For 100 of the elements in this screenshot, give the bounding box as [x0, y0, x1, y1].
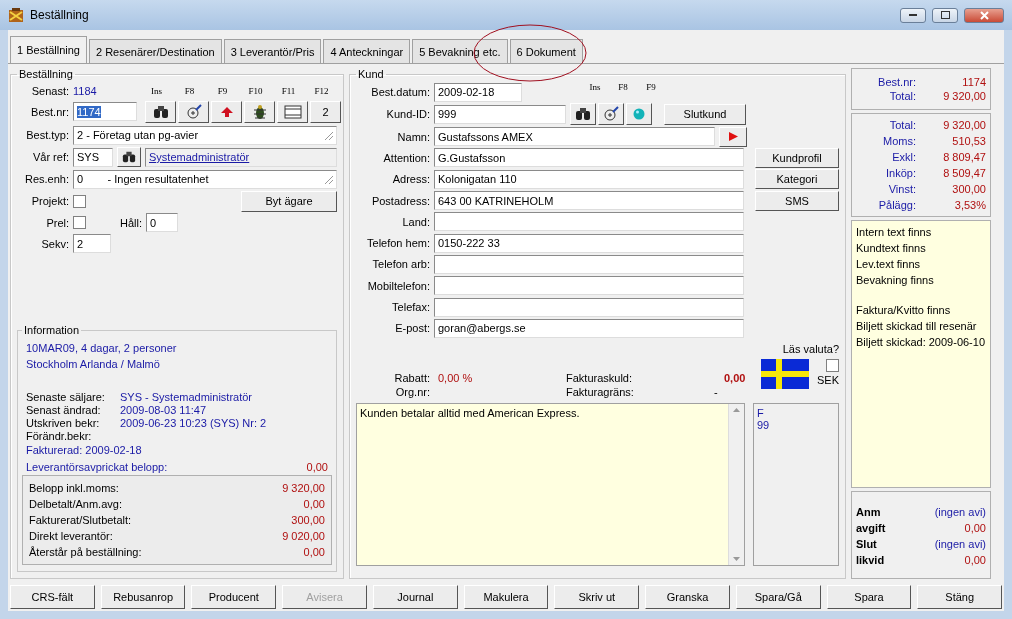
minimize-button[interactable]	[900, 7, 926, 23]
close-icon	[979, 10, 989, 20]
figure-label: Total:	[888, 90, 916, 102]
order-date-field[interactable]: 2009-02-18	[434, 82, 522, 102]
figure-label: Inköp:	[885, 167, 916, 179]
amount-value: 9 020,00	[282, 530, 325, 542]
side-button[interactable]: Kundprofil	[755, 147, 839, 168]
field-label: Sekv:	[40, 237, 69, 250]
field-label: Telefax:	[391, 301, 430, 313]
text-field[interactable]	[434, 254, 744, 274]
amount-value: 300,00	[291, 514, 325, 526]
prel-checkbox[interactable]	[73, 216, 86, 229]
text-field[interactable]: goran@abergs.se	[434, 318, 744, 338]
figure-label: Total:	[888, 119, 916, 131]
side-button[interactable]: SMS	[755, 190, 839, 211]
field-label: Håll:	[119, 216, 142, 229]
film-icon	[283, 104, 302, 119]
toolbar-button[interactable]: Granska	[645, 585, 730, 609]
toolbar-button[interactable]: CRS-fält	[10, 585, 95, 609]
amount-value: 0,00	[303, 498, 325, 510]
text-field[interactable]	[434, 297, 744, 317]
debt-value: 0,00	[724, 371, 746, 384]
menu-button[interactable]	[719, 126, 747, 147]
sequence-field[interactable]: 2	[73, 234, 111, 253]
notice-value: (ingen avi)	[934, 506, 986, 518]
toolbar-button[interactable]: Journal	[372, 585, 458, 609]
text-field[interactable]	[434, 276, 744, 296]
toolbar-button[interactable]: Skriv ut	[554, 585, 640, 609]
info-text: Stockholm Arlanda / Malmö	[26, 358, 160, 370]
toolbar-button[interactable]: Spara/Gå	[735, 585, 821, 609]
side-button[interactable]: Kategori	[755, 169, 839, 190]
order-number-field[interactable]: 1174	[73, 102, 137, 121]
info-label: Leverantörsavprickat belopp:	[26, 460, 168, 473]
figure-value: 9 320,00	[942, 119, 986, 131]
toolbar-button[interactable]: Producent	[191, 585, 277, 609]
info-label: Förändr.bekr:	[26, 429, 93, 442]
figure-label: Exkl:	[891, 151, 916, 163]
tool-button[interactable]	[211, 100, 242, 123]
text-field[interactable]	[434, 212, 744, 232]
search-button[interactable]	[117, 147, 141, 167]
field-label: Adress:	[391, 173, 430, 186]
binoculars-icon	[152, 104, 169, 119]
notice-label: Anm	[856, 506, 882, 518]
key-label: F8	[183, 85, 196, 96]
info-text: 10MAR09, 4 dagar, 2 personer	[26, 342, 177, 354]
tool-button[interactable]	[626, 103, 652, 125]
tool-button[interactable]: 2	[310, 100, 341, 123]
status-text: Intern text finns	[856, 226, 932, 238]
change-owner-button[interactable]: Byt ägare	[241, 190, 337, 212]
figure-label: Moms:	[882, 135, 916, 147]
limit-value: -	[714, 385, 718, 398]
info-label: Utskriven bekr:	[26, 416, 101, 429]
hold-field[interactable]: 0	[146, 213, 178, 232]
field-label: Kund-ID:	[385, 108, 430, 120]
toolbar-button[interactable]: Stäng	[917, 585, 1003, 609]
figure-value: 510,53	[951, 135, 986, 147]
tool-button[interactable]	[277, 100, 308, 123]
amount-label: Återstår på beställning:	[29, 546, 142, 558]
tool-button[interactable]	[145, 100, 176, 123]
figure-label: Pålägg:	[877, 199, 916, 211]
app-icon	[8, 7, 24, 23]
project-checkbox[interactable]	[73, 194, 86, 208]
lock-currency-checkbox[interactable]	[826, 358, 839, 372]
text-field[interactable]: 0150-222 33	[434, 233, 744, 253]
our-ref-field[interactable]: SYS	[73, 147, 113, 167]
text-field[interactable]: G.Gustafsson	[434, 148, 744, 168]
text-field[interactable]: Kolonigatan 110	[434, 169, 744, 189]
field-label: Telefon hem:	[366, 237, 430, 250]
tool-button[interactable]	[598, 103, 624, 125]
text-field[interactable]: 643 00 KATRINEHOLM	[434, 191, 744, 211]
tab[interactable]: 2 Resenärer/Destination	[89, 39, 222, 63]
customer-id-field[interactable]: 999	[434, 104, 566, 124]
close-button[interactable]	[964, 7, 1004, 23]
tab[interactable]: 6 Dokument	[509, 39, 583, 63]
toolbar-button[interactable]: Makulera	[463, 585, 549, 609]
text-field[interactable]: Gustafssons AMEX	[434, 127, 715, 147]
field-label: Postadress:	[370, 194, 430, 207]
tab[interactable]: 3 Leverantör/Pris	[223, 39, 322, 63]
toolbar-button[interactable]: Rebusanrop	[100, 585, 186, 609]
magnifier-icon	[185, 103, 202, 120]
window-title: Beställning	[30, 8, 90, 22]
toolbar-button[interactable]: Spara	[826, 585, 912, 609]
tab[interactable]: 4 Anteckningar	[323, 39, 411, 63]
tool-button[interactable]	[244, 100, 275, 123]
info-label: Senaste säljare:	[26, 390, 106, 403]
order-type-field[interactable]: 2 - Företag utan pg-avier	[73, 125, 337, 145]
key-label: F10	[247, 85, 264, 96]
key-label: F12	[313, 85, 330, 96]
maximize-button[interactable]	[932, 7, 958, 23]
figure-label: Vinst:	[887, 183, 916, 195]
end-customer-button[interactable]: Slutkund	[664, 103, 746, 125]
tool-button[interactable]	[570, 103, 596, 125]
group-title: Information	[23, 324, 81, 336]
amount-value: 0,00	[306, 460, 328, 473]
field-label: Mobiltelefon:	[366, 279, 430, 292]
tab[interactable]: 1 Beställning	[10, 36, 87, 63]
field-label: Telefon arb:	[371, 258, 430, 271]
up-arrow-icon	[219, 105, 234, 118]
tool-button[interactable]	[178, 100, 209, 123]
result-unit-field[interactable]: 0 - Ingen resultatenhet	[73, 169, 337, 189]
